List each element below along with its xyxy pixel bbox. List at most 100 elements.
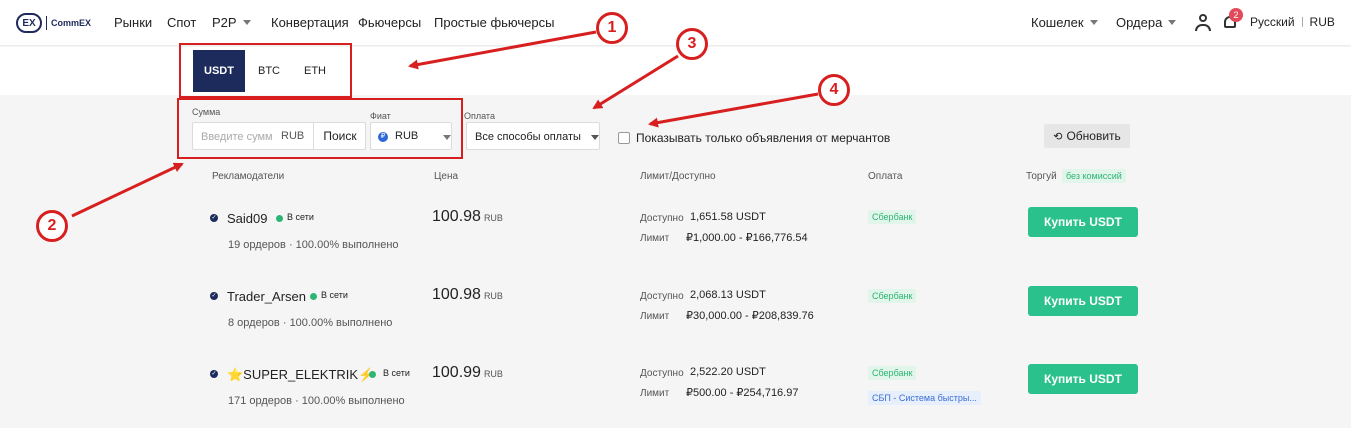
logo-divider	[46, 16, 47, 30]
buy-usdt-button[interactable]: Купить USDT	[1028, 207, 1138, 237]
language-switcher[interactable]: Русский RUB	[1250, 15, 1335, 29]
divider	[1301, 17, 1303, 27]
commex-logo[interactable]: EX CommEX	[16, 12, 91, 34]
advertiser-stats: 171 ордеров · 100.00% выполнено	[228, 395, 405, 407]
header-advertisers: Рекламодатели	[212, 171, 285, 182]
online-dot	[276, 215, 283, 222]
completion-rate: 100.00% выполнено	[301, 395, 405, 407]
amount-field[interactable]: Введите сумм RUB Поиск	[192, 122, 366, 150]
refresh-label: Обновить	[1066, 129, 1121, 143]
amount-label: Сумма	[192, 107, 221, 117]
online-dot	[310, 293, 317, 300]
payment-value: Все способы оплаты	[475, 131, 581, 143]
table-row: ✓ Trader_Arsen В сети 8 ордеров · 100.00…	[0, 274, 1351, 352]
limit-value: ₽500.00 - ₽254,716.97	[686, 387, 799, 399]
order-count: 19 ордеров	[228, 239, 286, 251]
stats-separator: ·	[285, 239, 296, 251]
verified-icon: ✓	[210, 214, 218, 222]
nav-wallet[interactable]: Кошелек	[1031, 15, 1098, 30]
amount-placeholder: Введите сумм	[201, 131, 273, 143]
online-status: В сети	[321, 290, 348, 300]
logo-text: CommEX	[51, 18, 92, 28]
price: 100.99 RUB	[432, 364, 503, 382]
annotation-badge-4: 4	[818, 74, 850, 106]
notification-badge: 2	[1229, 8, 1243, 22]
nav-spot[interactable]: Спот	[167, 15, 196, 30]
header-limit: Лимит/Доступно	[640, 171, 716, 182]
nav-convert[interactable]: Конвертация	[271, 15, 349, 30]
price-unit: RUB	[483, 213, 503, 223]
online-dot	[369, 371, 376, 378]
tab-usdt[interactable]: USDT	[193, 50, 245, 92]
price: 100.98 RUB	[432, 208, 503, 226]
no-fee-badge: без комиссий	[1062, 169, 1126, 183]
stats-separator: ·	[279, 317, 290, 329]
completion-rate: 100.00% выполнено	[289, 317, 393, 329]
nav-wallet-label: Кошелек	[1031, 15, 1084, 30]
online-status: В сети	[287, 212, 314, 222]
chevron-down-icon	[1089, 20, 1098, 25]
payment-badge: Сбербанк	[868, 289, 917, 303]
price-unit: RUB	[483, 369, 503, 379]
available-value: 2,068.13 USDT	[690, 289, 766, 301]
table-row: ✓ Said09 В сети 19 ордеров · 100.00% вып…	[0, 196, 1351, 274]
available-label: Доступно	[640, 213, 684, 224]
limit-value: ₽1,000.00 - ₽166,776.54	[686, 232, 808, 244]
available-value: 2,522.20 USDT	[690, 366, 766, 378]
annotation-badge-3: 3	[676, 28, 708, 60]
payment-badge: Сбербанк	[868, 366, 917, 380]
available-label: Доступно	[640, 368, 684, 379]
annotation-badge-1: 1	[596, 12, 628, 44]
merchant-only-label[interactable]: Показывать только объявления от мерчанто…	[636, 131, 890, 145]
order-count: 171 ордеров	[228, 395, 293, 407]
chevron-down-icon	[443, 135, 451, 140]
nav-p2p[interactable]: P2P	[212, 15, 251, 30]
nav-futures[interactable]: Фьючерсы	[358, 15, 421, 30]
header-price: Цена	[434, 171, 459, 182]
verified-icon: ✓	[210, 370, 218, 378]
tab-btc[interactable]: BTC	[243, 50, 295, 92]
fiat-value: RUB	[395, 130, 419, 142]
logo-mark: EX	[16, 13, 42, 33]
payment-badge: Сбербанк	[868, 210, 917, 224]
price-value: 100.99	[432, 364, 481, 381]
ruble-icon: ₽	[378, 132, 388, 142]
nav-p2p-label: P2P	[212, 15, 237, 30]
buy-usdt-button[interactable]: Купить USDT	[1028, 364, 1138, 394]
nav-simple-futures[interactable]: Простые фьючерсы	[434, 15, 554, 30]
chevron-down-icon	[591, 135, 599, 140]
limit-value: ₽30,000.00 - ₽208,839.76	[686, 310, 814, 322]
search-button[interactable]: Поиск	[313, 123, 366, 149]
limit-label: Лимит	[640, 388, 670, 399]
completion-rate: 100.00% выполнено	[295, 239, 399, 251]
refresh-icon: ⟲	[1053, 130, 1063, 143]
limit-label: Лимит	[640, 233, 670, 244]
advertiser-name[interactable]: Trader_Arsen	[227, 289, 306, 304]
advertiser-stats: 19 ордеров · 100.00% выполнено	[228, 239, 399, 251]
refresh-button[interactable]: ⟲ Обновить	[1044, 124, 1130, 148]
verified-icon: ✓	[210, 292, 218, 300]
fiat-select[interactable]: ₽ RUB	[370, 122, 452, 150]
payment-badge-sbp: СБП - Система быстры...	[868, 391, 981, 405]
stats-separator: ·	[292, 395, 302, 407]
user-icon[interactable]	[1195, 14, 1211, 31]
merchant-only-checkbox[interactable]	[618, 132, 630, 144]
available-label: Доступно	[640, 291, 684, 302]
nav-markets[interactable]: Рынки	[114, 15, 152, 30]
amount-currency: RUB	[281, 130, 305, 142]
nav-orders[interactable]: Ордера	[1116, 15, 1177, 30]
price-value: 100.98	[432, 208, 481, 225]
buy-usdt-button[interactable]: Купить USDT	[1028, 286, 1138, 316]
nav-orders-label: Ордера	[1116, 15, 1163, 30]
chevron-down-icon	[242, 20, 251, 25]
payment-label: Оплата	[464, 111, 495, 121]
currency-label: RUB	[1309, 15, 1335, 29]
tab-eth[interactable]: ETH	[289, 50, 341, 92]
fiat-label: Фиат	[370, 111, 391, 121]
chevron-down-icon	[1168, 20, 1177, 25]
advertiser-name[interactable]: ⭐SUPER_ELEKTRIK⚡	[227, 367, 374, 383]
payment-select[interactable]: Все способы оплаты	[466, 122, 600, 150]
advertiser-stats: 8 ордеров · 100.00% выполнено	[228, 317, 392, 329]
online-status: В сети	[383, 368, 410, 378]
advertiser-name[interactable]: Said09	[227, 211, 267, 226]
